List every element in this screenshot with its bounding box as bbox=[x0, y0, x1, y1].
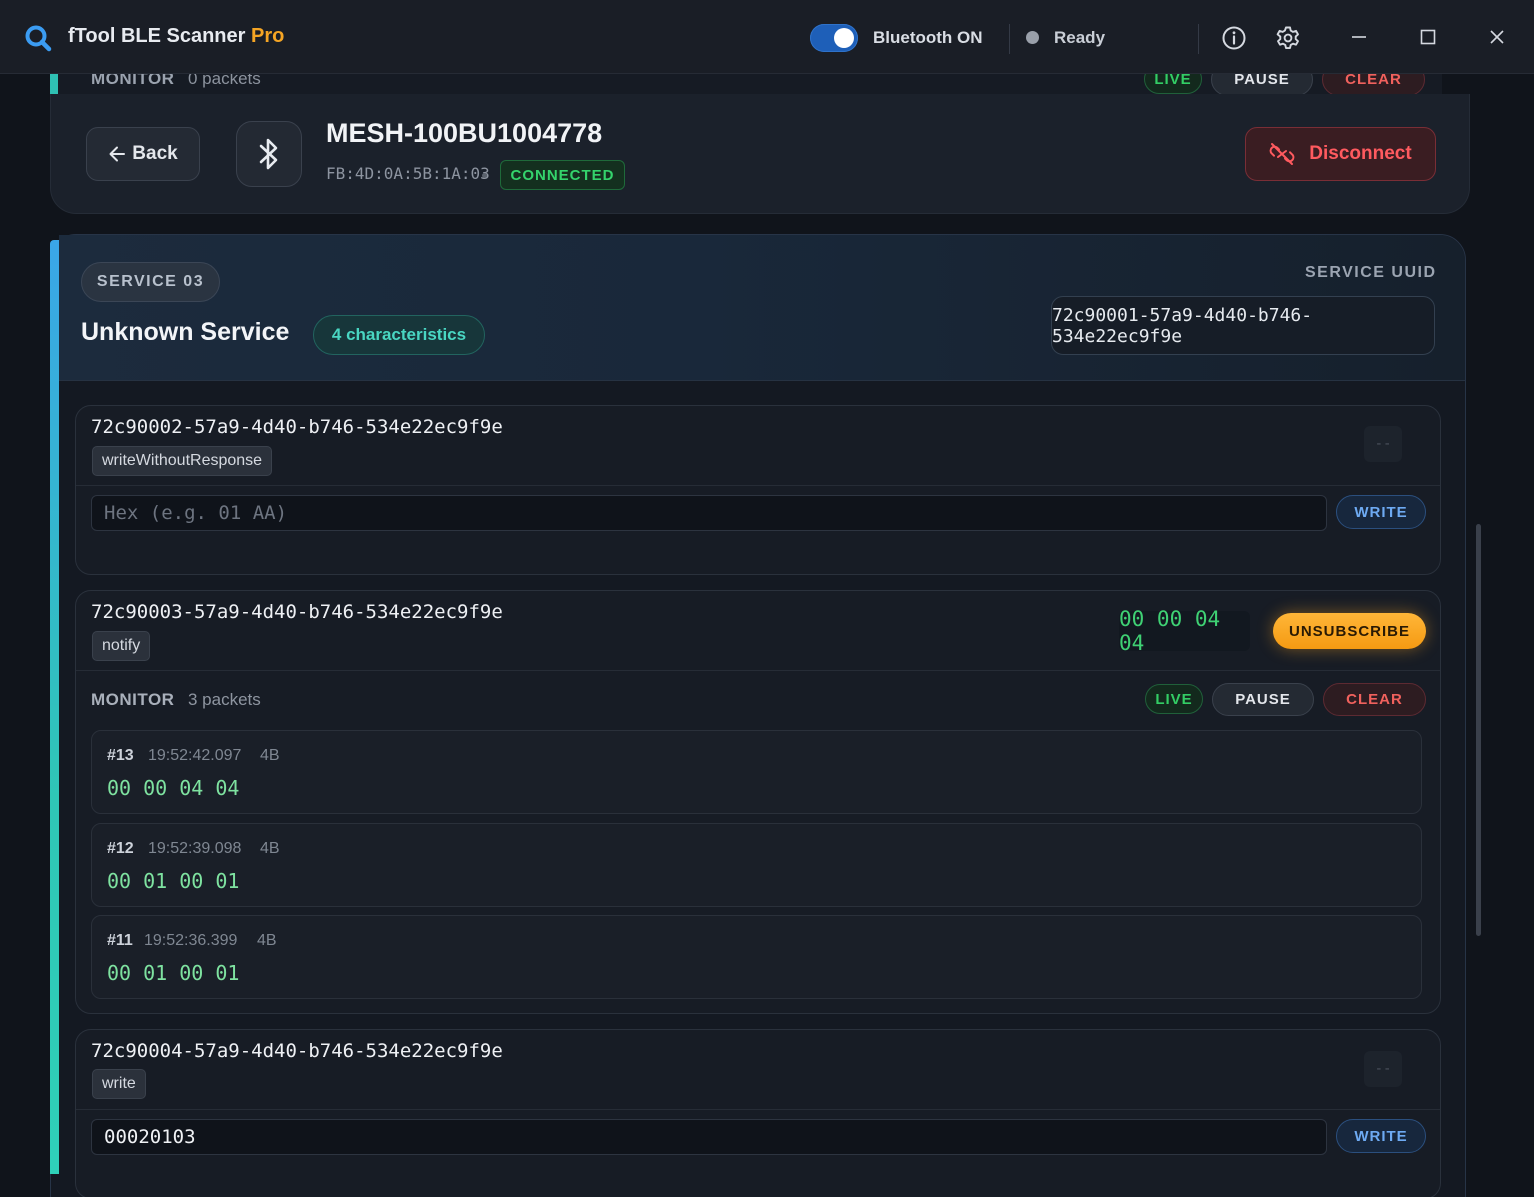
service-name: Unknown Service bbox=[81, 318, 290, 346]
live-indicator: LIVE bbox=[1144, 74, 1202, 94]
divider bbox=[76, 1109, 1440, 1110]
disconnect-label: Disconnect bbox=[1309, 143, 1412, 164]
packet-time: 19:52:42.097 bbox=[148, 747, 242, 764]
characteristic-uuid: 72c90003-57a9-4d40-b746-534e22ec9f9e bbox=[91, 601, 503, 623]
packet-time: 19:52:36.399 bbox=[144, 932, 238, 949]
hex-input[interactable]: Hex (e.g. 01 AA) bbox=[91, 495, 1327, 531]
maximize-icon[interactable] bbox=[1417, 26, 1439, 48]
packet-row: #13 19:52:42.097 4B 00 00 04 04 bbox=[91, 730, 1422, 814]
packet-row: #12 19:52:39.098 4B 00 01 00 01 bbox=[91, 823, 1422, 907]
property-tag: notify bbox=[92, 631, 151, 661]
unsubscribe-button[interactable]: UNSUBSCRIBE bbox=[1273, 613, 1426, 649]
device-name: MESH-100BU1004778 bbox=[326, 118, 603, 148]
back-label: Back bbox=[132, 143, 178, 164]
status-dot bbox=[1026, 31, 1039, 44]
bluetooth-label: Bluetooth ON bbox=[873, 28, 983, 47]
packet-seq: #11 bbox=[107, 932, 133, 949]
packet-size: 4B bbox=[260, 747, 280, 764]
divider bbox=[1009, 24, 1010, 54]
device-icon-badge bbox=[236, 121, 302, 187]
gear-icon[interactable] bbox=[1275, 25, 1301, 51]
packet-data: 00 01 00 01 bbox=[107, 869, 240, 893]
hex-input-value: 00020103 bbox=[104, 1126, 196, 1148]
monitor-label: MONITOR bbox=[91, 74, 175, 88]
service-accent-bar bbox=[50, 240, 59, 1174]
status-label: Ready bbox=[1054, 28, 1106, 47]
value-placeholder: -- bbox=[1364, 1051, 1402, 1087]
bluetooth-icon bbox=[259, 138, 278, 170]
monitor-packet-count: 0 packets bbox=[188, 74, 261, 88]
connection-status-badge: CONNECTED bbox=[500, 160, 625, 190]
separator-dot bbox=[482, 173, 487, 178]
sticky-monitor-bar: MONITOR 0 packets LIVE PAUSE CLEAR bbox=[50, 74, 1442, 96]
bluetooth-toggle[interactable] bbox=[810, 24, 858, 52]
disconnect-button[interactable]: Disconnect bbox=[1245, 127, 1436, 181]
packet-seq: #13 bbox=[107, 747, 134, 764]
hex-input-placeholder: Hex (e.g. 01 AA) bbox=[104, 502, 288, 524]
packet-size: 4B bbox=[257, 932, 277, 949]
app-title: fTool BLE Scanner Pro bbox=[68, 25, 284, 48]
hex-input[interactable]: 00020103 bbox=[91, 1119, 1327, 1155]
monitor-label: MONITOR bbox=[91, 690, 175, 709]
arrow-left-icon bbox=[109, 146, 126, 162]
packet-data: 00 00 04 04 bbox=[107, 776, 240, 800]
service-uuid-label: SERVICE UUID bbox=[1305, 264, 1437, 281]
clear-button[interactable]: CLEAR bbox=[1323, 683, 1426, 716]
packet-size: 4B bbox=[260, 840, 280, 857]
service-uuid-value: 72c90001-57a9-4d40-b746-534e22ec9f9e bbox=[1051, 296, 1435, 355]
property-tag: write bbox=[92, 1069, 146, 1099]
write-button[interactable]: WRITE bbox=[1336, 1119, 1426, 1153]
characteristic-card: 72c90003-57a9-4d40-b746-534e22ec9f9e not… bbox=[75, 590, 1441, 1014]
unlink-icon bbox=[1269, 143, 1295, 165]
write-button[interactable]: WRITE bbox=[1336, 495, 1426, 529]
monitor-packet-count: 3 packets bbox=[188, 690, 261, 709]
pause-button[interactable]: PAUSE bbox=[1212, 683, 1314, 716]
minimize-icon[interactable] bbox=[1348, 26, 1370, 48]
characteristic-count-badge: 4 characteristics bbox=[313, 315, 485, 355]
clear-button[interactable]: CLEAR bbox=[1322, 74, 1425, 96]
divider bbox=[76, 485, 1440, 486]
value-placeholder: -- bbox=[1364, 426, 1402, 462]
live-indicator: LIVE bbox=[1145, 684, 1203, 714]
info-icon[interactable] bbox=[1221, 25, 1247, 51]
search-logo-icon bbox=[25, 25, 52, 52]
characteristic-uuid: 72c90002-57a9-4d40-b746-534e22ec9f9e bbox=[91, 416, 503, 438]
property-tag: writeWithoutResponse bbox=[92, 446, 273, 476]
characteristic-card: 72c90004-57a9-4d40-b746-534e22ec9f9e wri… bbox=[75, 1029, 1441, 1197]
device-mac-address: FB:4D:0A:5B:1A:03 bbox=[326, 164, 490, 183]
characteristic-card: 72c90002-57a9-4d40-b746-534e22ec9f9e wri… bbox=[75, 405, 1441, 575]
divider bbox=[1198, 24, 1199, 54]
packet-row: #11 19:52:36.399 4B 00 01 00 01 bbox=[91, 915, 1422, 999]
service-number-badge: SERVICE 03 bbox=[81, 262, 220, 302]
divider bbox=[76, 670, 1440, 671]
toggle-knob bbox=[834, 28, 854, 48]
packet-time: 19:52:39.098 bbox=[148, 840, 242, 857]
characteristic-uuid: 72c90004-57a9-4d40-b746-534e22ec9f9e bbox=[91, 1040, 503, 1062]
packet-data: 00 01 00 01 bbox=[107, 961, 240, 985]
close-icon[interactable] bbox=[1486, 26, 1508, 48]
packet-seq: #12 bbox=[107, 840, 134, 857]
current-value: 00 00 04 04 bbox=[1119, 607, 1250, 655]
app-title-suffix: Pro bbox=[250, 25, 285, 47]
pause-button[interactable]: PAUSE bbox=[1211, 74, 1313, 96]
app-title-text: fTool BLE Scanner bbox=[68, 25, 246, 47]
back-button[interactable]: Back bbox=[86, 127, 200, 181]
title-bar: fTool BLE Scanner Pro Bluetooth ON Ready bbox=[0, 0, 1534, 74]
scrollbar-thumb[interactable] bbox=[1476, 524, 1481, 936]
